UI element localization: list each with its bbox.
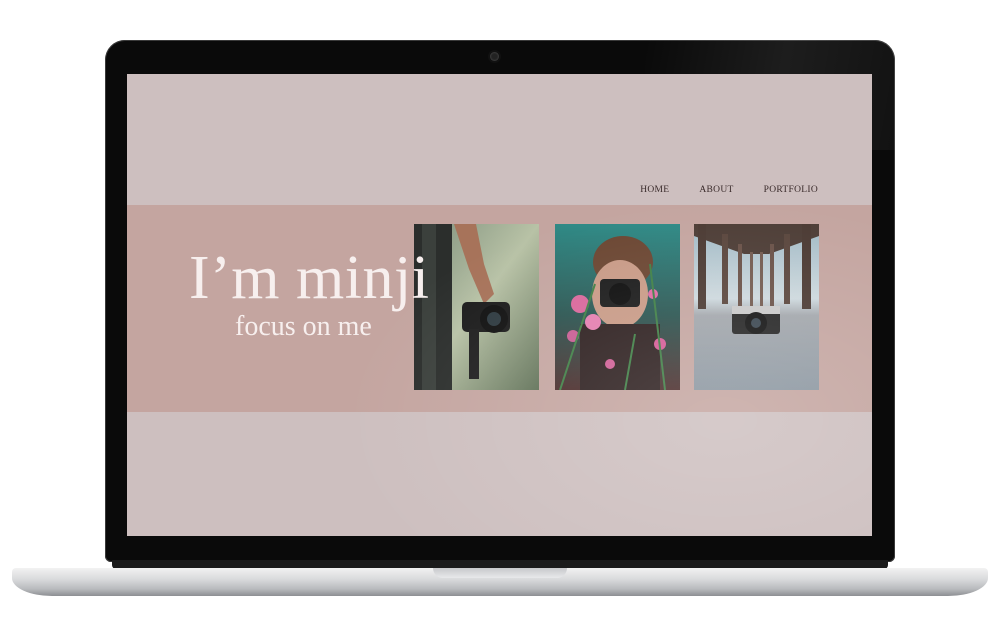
photo-pier-camera[interactable] <box>694 224 819 390</box>
laptop-open-notch <box>433 568 567 578</box>
laptop-screen: HOME ABOUT PORTFOLIO I’m minji focus on … <box>127 74 872 536</box>
hero-headline: I’m minji <box>189 244 430 312</box>
webcam-icon <box>490 52 499 61</box>
photo-flowers-photographer[interactable] <box>555 224 680 390</box>
top-nav: HOME ABOUT PORTFOLIO <box>640 185 818 195</box>
nav-portfolio-link[interactable]: PORTFOLIO <box>764 185 818 195</box>
nav-home-link[interactable]: HOME <box>640 185 669 195</box>
photo-hand-camera[interactable] <box>414 224 539 390</box>
nav-about-link[interactable]: ABOUT <box>699 185 733 195</box>
hero-subline: focus on me <box>235 311 372 342</box>
